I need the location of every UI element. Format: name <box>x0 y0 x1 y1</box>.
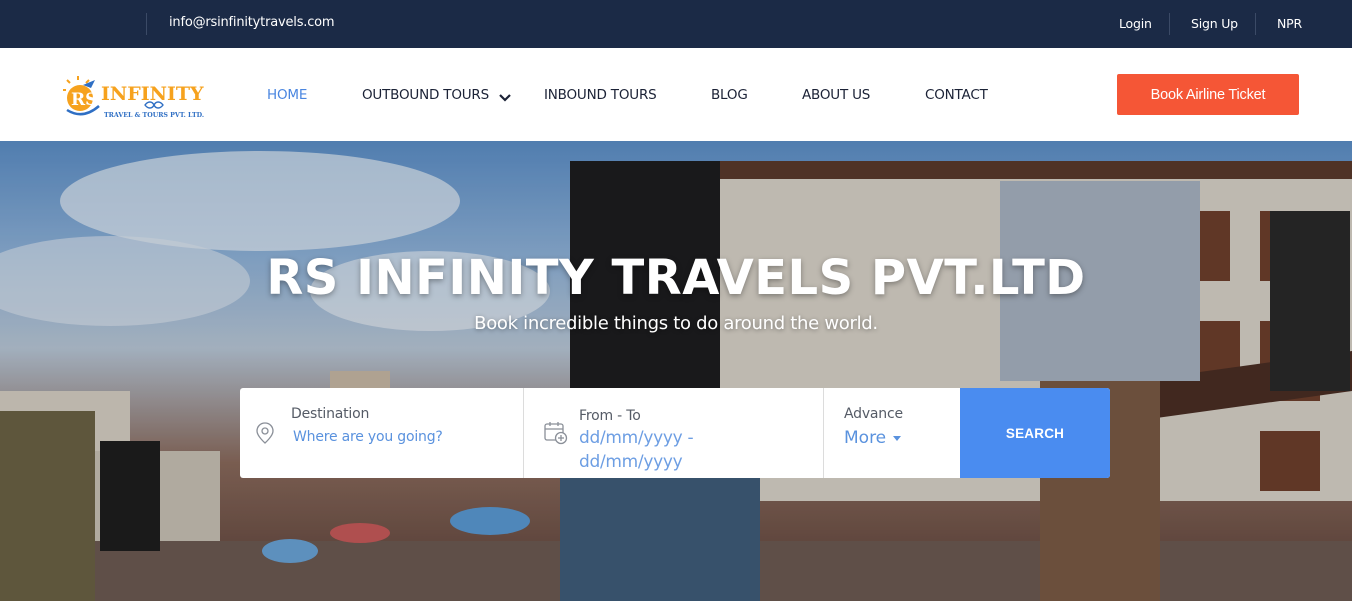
nav-inbound-tours[interactable]: INBOUND TOURS <box>544 87 657 103</box>
brand-logo-graphic: RS INFINITY TRAVEL & TOURS PVT. LTD. <box>63 76 204 119</box>
top-divider <box>1255 13 1256 35</box>
search-divider <box>823 388 824 478</box>
advance-label: Advance <box>844 406 903 422</box>
destination-label: Destination <box>291 406 370 422</box>
hero-subtitle: Book incredible things to do around the … <box>474 313 878 334</box>
more-label: More <box>844 428 887 448</box>
caret-down-icon <box>892 436 901 441</box>
map-pin-icon <box>255 421 275 449</box>
search-button[interactable]: SEARCH <box>960 388 1110 478</box>
book-airline-ticket-button[interactable]: Book Airline Ticket <box>1117 74 1299 115</box>
nav-home[interactable]: HOME <box>267 87 307 103</box>
svg-text:TRAVEL & TOURS PVT. LTD.: TRAVEL & TOURS PVT. LTD. <box>104 112 204 119</box>
hero-banner <box>0 141 1352 601</box>
hero-background-image <box>0 141 1352 601</box>
chevron-down-icon[interactable] <box>498 89 512 102</box>
date-from-input[interactable]: dd/mm/yyyy - <box>579 426 694 450</box>
brand-logo[interactable]: RS INFINITY TRAVEL & TOURS PVT. LTD. <box>63 76 208 122</box>
top-divider <box>1169 13 1170 35</box>
login-link[interactable]: Login <box>1119 16 1152 31</box>
nav-about-us[interactable]: ABOUT US <box>802 87 870 103</box>
nav-outbound-tours[interactable]: OUTBOUND TOURS <box>362 87 489 103</box>
date-to-input[interactable]: dd/mm/yyyy <box>579 450 683 474</box>
top-bar: info@rsinfinitytravels.com Login Sign Up… <box>0 0 1352 48</box>
search-divider <box>523 388 524 478</box>
svg-text:INFINITY: INFINITY <box>101 83 204 105</box>
hero-title: RS INFINITY TRAVELS PVT.LTD <box>266 250 1086 306</box>
top-divider <box>146 13 147 35</box>
calendar-add-icon[interactable] <box>544 421 568 449</box>
signup-link[interactable]: Sign Up <box>1191 16 1238 31</box>
svg-text:RS: RS <box>71 90 97 110</box>
contact-email[interactable]: info@rsinfinitytravels.com <box>169 15 335 30</box>
nav-blog[interactable]: BLOG <box>711 87 748 103</box>
destination-input[interactable]: Where are you going? <box>293 429 443 445</box>
nav-contact[interactable]: CONTACT <box>925 87 988 103</box>
date-range-label: From - To <box>579 408 641 424</box>
more-options-dropdown[interactable]: More <box>844 428 902 448</box>
currency-selector[interactable]: NPR <box>1277 16 1302 31</box>
